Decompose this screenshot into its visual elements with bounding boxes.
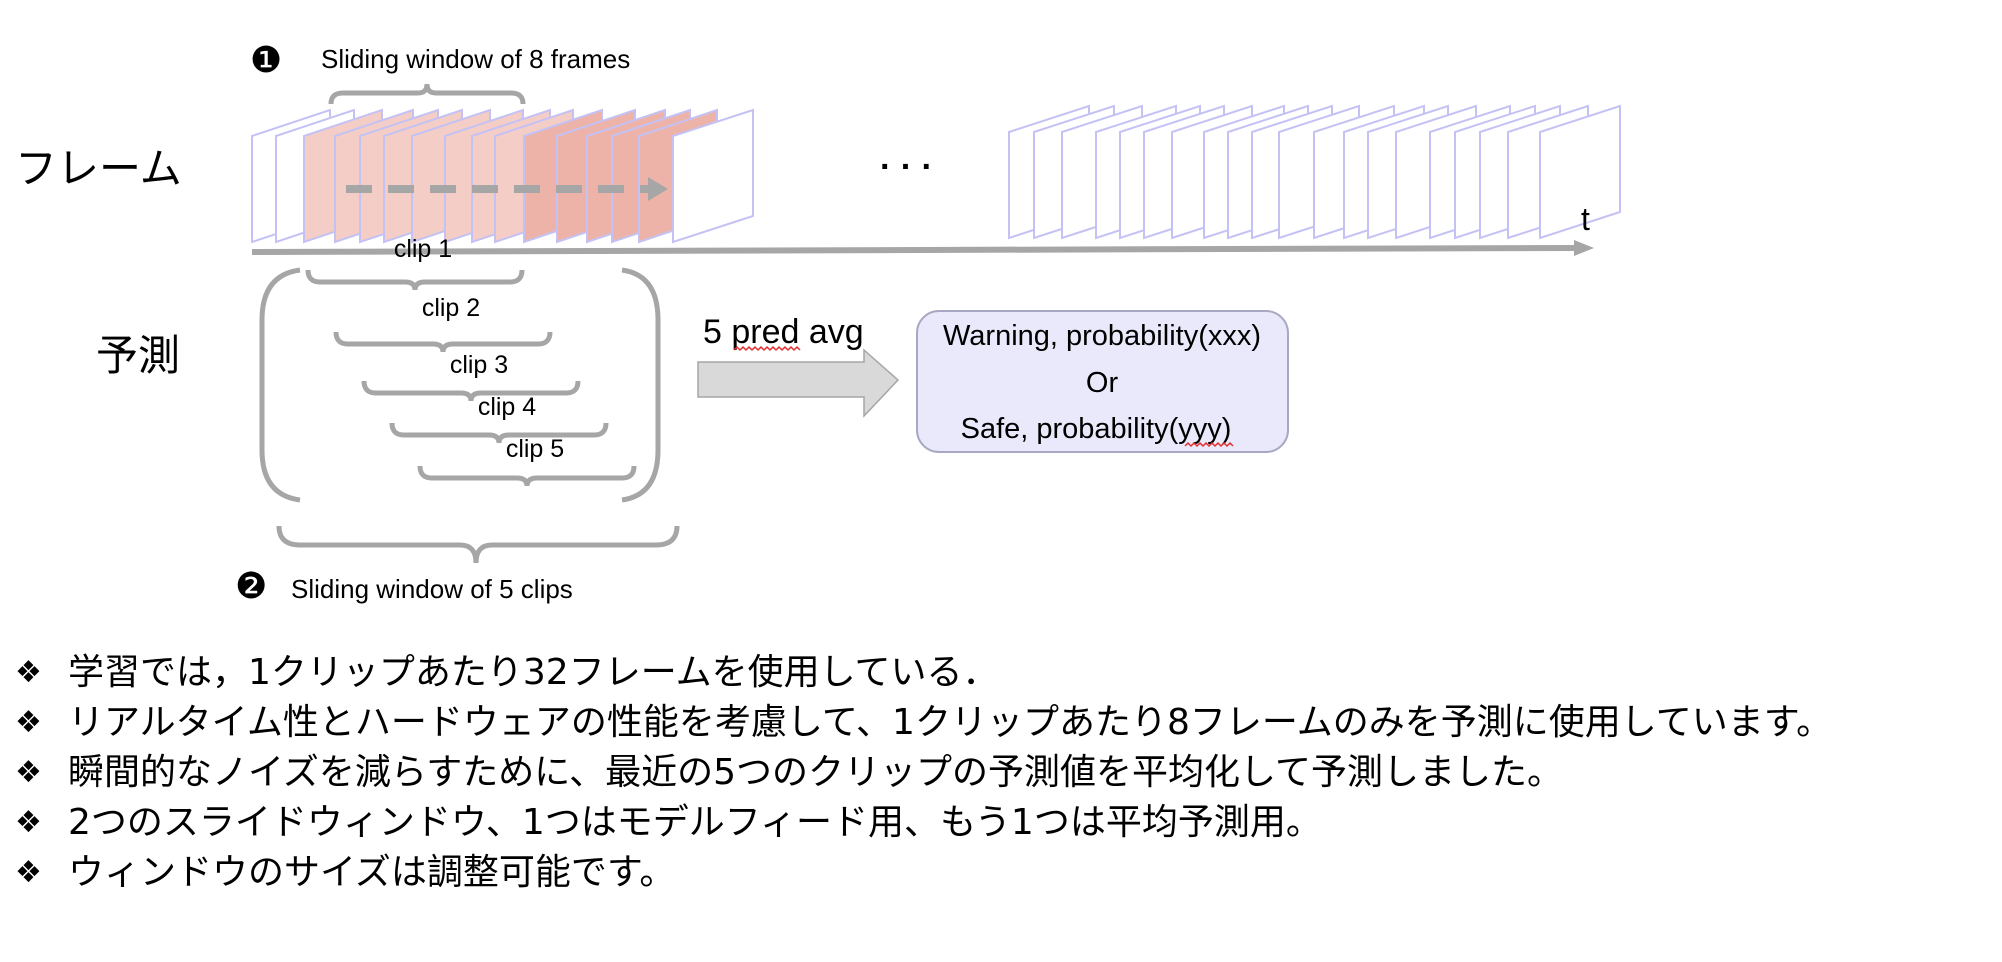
diamond-bullet-icon: ❖ <box>15 855 42 890</box>
frames-stack-left <box>251 108 754 244</box>
left-bracket <box>259 267 301 503</box>
clip-label: clip 3 <box>450 351 508 379</box>
diamond-bullet-icon: ❖ <box>15 755 42 790</box>
prediction-label: 予測 <box>96 331 180 380</box>
right-bracket <box>621 267 661 503</box>
bullet-item: ❖ 2つのスライドウィンドウ、1つはモデルフィード用、もう1つは平均予測用。 <box>15 798 1990 848</box>
avg-arrow-icon <box>697 348 900 418</box>
bullet-text: 瞬間的なノイズを減らすために、最近の5つのクリップの予測値を平均化して予測しまし… <box>68 752 1563 793</box>
bullet-text: ウィンドウのサイズは調整可能です。 <box>68 852 676 893</box>
bullet-item: ❖ リアルタイム性とハードウェアの性能を考慮して、1クリップあたり8フレームのみを… <box>15 698 1990 748</box>
bullet-text: リアルタイム性とハードウェアの性能を考慮して、1クリップあたり8フレームのみを予… <box>68 702 1833 743</box>
clip-brace <box>417 465 637 487</box>
clip-label: clip 2 <box>422 294 480 322</box>
frames-label: フレーム <box>15 144 182 193</box>
diamond-bullet-icon: ❖ <box>15 655 42 690</box>
sliding-window-diagram: フレーム 予測 ❶ Sliding window of 8 frames · ·… <box>15 40 1621 607</box>
avg-label: 5 pred avg <box>703 313 864 351</box>
ellipsis: · · · <box>880 148 933 186</box>
bullet-text: 学習では，1クリップあたり32フレームを使用している． <box>68 652 999 693</box>
window2-number-icon: ❷ <box>235 566 267 607</box>
diamond-bullet-icon: ❖ <box>15 705 42 740</box>
clip-label: clip 5 <box>506 435 564 463</box>
frames-stack-right <box>1008 104 1621 240</box>
window1-brace <box>328 83 526 105</box>
clip-brace <box>361 380 581 402</box>
diamond-bullet-icon: ❖ <box>15 805 42 840</box>
window2-brace <box>276 525 680 564</box>
clip-brace <box>305 269 525 291</box>
clip-brace <box>333 331 553 353</box>
output-or-line: Or <box>1086 367 1119 399</box>
bullet-item: ❖ ウィンドウのサイズは調整可能です。 <box>15 848 1990 898</box>
window1-number-icon: ❶ <box>250 40 282 81</box>
clip-braces: clip 1 clip 2 clip 3 clip 4 clip 5 <box>305 235 637 487</box>
output-warning-line: Warning, probability(xxx) <box>943 320 1261 352</box>
bullet-text: 2つのスライドウィンドウ、1つはモデルフィード用、もう1つは平均予測用。 <box>68 802 1322 843</box>
window2-label: Sliding window of 5 clips <box>291 574 573 604</box>
clip-label: clip 4 <box>478 393 536 421</box>
bullet-item: ❖ 学習では，1クリップあたり32フレームを使用している． <box>15 648 1990 698</box>
clip-brace <box>389 422 609 444</box>
window1-label: Sliding window of 8 frames <box>321 44 630 74</box>
time-axis-label: t <box>1581 201 1590 237</box>
time-axis-arrow-head <box>1574 240 1594 256</box>
clip-label: clip 1 <box>394 235 452 263</box>
output-safe-line: Safe, probability(yyy) <box>961 413 1232 445</box>
bullet-list: ❖ 学習では，1クリップあたり32フレームを使用している． ❖ リアルタイム性とハー… <box>15 648 1990 898</box>
bullet-item: ❖ 瞬間的なノイズを減らすために、最近の5つのクリップの予測値を平均化して予測しま… <box>15 748 1990 798</box>
